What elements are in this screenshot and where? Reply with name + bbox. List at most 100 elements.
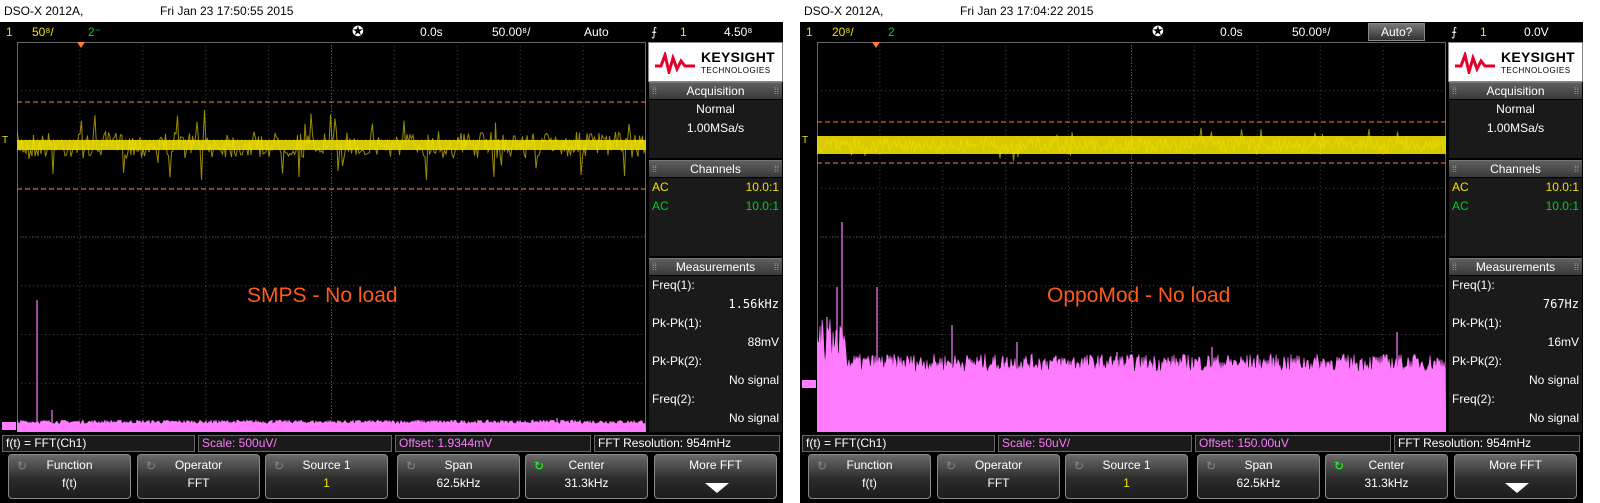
ch2-indicator[interactable]: 2⁻ [88, 25, 101, 39]
softkey-title: Center [568, 458, 605, 472]
logo-sub: TECHNOLOGIES [701, 66, 771, 75]
softkey-value: 31.3kHz [564, 476, 609, 490]
ch1-coupling: AC [652, 180, 669, 194]
keysight-logo: KEYSIGHT TECHNOLOGIES [648, 42, 783, 82]
ch1-probe: 10.0:1 [1545, 180, 1579, 194]
meas3-label: Pk-Pk(2): [1452, 354, 1503, 368]
title-bar: DSO-X 2012A, Fri Jan 23 17:50:55 2015 [0, 0, 783, 22]
keysight-logo: KEYSIGHT TECHNOLOGIES [1448, 42, 1583, 82]
ch1-ground-marker[interactable]: T [2, 136, 8, 146]
softkey-title: Center [1368, 458, 1405, 472]
ch1-probe: 10.0:1 [745, 180, 779, 194]
trigger-channel[interactable]: 1 [680, 25, 687, 39]
softkey-span[interactable]: ↻ Span 62.5kHz [397, 454, 520, 499]
side-panel: KEYSIGHT TECHNOLOGIES Acquisition Normal… [648, 42, 783, 432]
softkey-title: Function [846, 458, 893, 472]
math-scale: Scale: 50uV/ [998, 435, 1192, 452]
logo-brand: KEYSIGHT [701, 49, 775, 65]
time-scale[interactable]: 50.00⁸/ [492, 25, 530, 39]
softkey-operator[interactable]: ↻ Operator FFT [137, 454, 260, 499]
trigger-level[interactable]: 0.0V [1524, 25, 1549, 39]
ch1-ground-marker[interactable]: T [802, 136, 808, 146]
softkey-title: Function [46, 458, 93, 472]
trigger-edge-icon: ⨍ [1451, 25, 1458, 39]
acq-rate: 1.00MSa/s [686, 121, 745, 135]
softkey-title: Operator [174, 458, 223, 472]
softkey-bar: ↻ Function f(t) ↻ Operator FFT ↻ Source 1 1 ↻ Span… [800, 454, 1583, 503]
gear-icon[interactable]: ✪ [1152, 23, 1164, 40]
softkey-value: 31.3kHz [1364, 476, 1409, 490]
measurements-box: Freq(1): 1.56kHz Pk-Pk(1): 88mV Pk-Pk(2)… [649, 276, 782, 432]
keysight-wave-icon [655, 52, 695, 74]
trigger-channel[interactable]: 1 [1480, 25, 1487, 39]
time-offset[interactable]: 0.0s [420, 25, 443, 39]
acquisition-header[interactable]: Acquisition [649, 82, 782, 100]
channels-header[interactable]: Channels [1449, 160, 1582, 178]
datetime-label: Fri Jan 23 17:04:22 2015 [960, 4, 1094, 18]
softkey-bar: ↻ Function f(t) ↻ Operator FFT ↻ Source 1 1 ↻ Span… [0, 454, 783, 503]
channels-header[interactable]: Channels [649, 160, 782, 178]
softkey-value: 62.5kHz [1236, 476, 1281, 490]
ch2-probe: 10.0:1 [745, 199, 779, 213]
measurements-box: Freq(1): 767Hz Pk-Pk(1): 16mV Pk-Pk(2): … [1449, 276, 1582, 432]
ch1-indicator[interactable]: 1 [806, 25, 813, 39]
trigger-mode[interactable]: Auto? [1368, 23, 1426, 41]
waveform-display[interactable]: SMPS - No load [17, 42, 646, 432]
softkey-center[interactable]: ↻ Center 31.3kHz [525, 454, 648, 499]
logo-brand: KEYSIGHT [1501, 49, 1575, 65]
time-scale[interactable]: 50.00⁸/ [1292, 25, 1330, 39]
ch2-indicator[interactable]: 2 [888, 25, 895, 39]
math-ground-marker[interactable] [2, 422, 16, 430]
softkey-value: FFT [987, 476, 1010, 490]
time-offset[interactable]: 0.0s [1220, 25, 1243, 39]
softkey-source-1[interactable]: ↻ Source 11 [1065, 454, 1188, 499]
meas3-value: No signal [728, 373, 779, 387]
datetime-label: Fri Jan 23 17:50:55 2015 [160, 4, 294, 18]
scope-panel-left: DSO-X 2012A, Fri Jan 23 17:50:55 2015 1 … [0, 0, 783, 503]
ch2-probe: 10.0:1 [1545, 199, 1579, 213]
acq-mode: Normal [696, 102, 735, 116]
meas1-value: 1.56kHz [728, 297, 779, 311]
softkey-span[interactable]: ↻ Span 62.5kHz [1197, 454, 1320, 499]
ch1-scale[interactable]: 50⁸/ [32, 25, 54, 39]
meas2-value: 88mV [747, 335, 779, 349]
math-info-line: f(t) = FFT(Ch1) Scale: 500uV/ Offset: 1.… [0, 434, 783, 453]
softkey-source-1[interactable]: ↻ Source 11 [265, 454, 388, 499]
softkey-value: 1 [323, 476, 330, 490]
softkey-more-fft[interactable]: More FFT [654, 454, 777, 499]
down-arrow-icon [705, 483, 729, 493]
ch1-scale[interactable]: 20⁸/ [832, 25, 854, 39]
math-scale: Scale: 500uV/ [198, 435, 392, 452]
softkey-value: f(t) [862, 476, 877, 490]
waveform-svg [17, 42, 646, 432]
ch1-indicator[interactable]: 1 [6, 25, 13, 39]
down-arrow-icon [1505, 483, 1529, 493]
meas1-value: 767Hz [1542, 297, 1579, 311]
scope-panel-right: DSO-X 2012A, Fri Jan 23 17:04:22 2015 1 … [800, 0, 1583, 503]
math-ground-marker[interactable] [802, 380, 816, 388]
acquisition-header[interactable]: Acquisition [1449, 82, 1582, 100]
waveform-display[interactable]: OppoMod - No load [817, 42, 1446, 432]
softkey-more-fft[interactable]: More FFT [1454, 454, 1577, 499]
logo-sub: TECHNOLOGIES [1501, 66, 1571, 75]
meas2-label: Pk-Pk(1): [1452, 316, 1503, 330]
softkey-value: 62.5kHz [436, 476, 481, 490]
acq-rate: 1.00MSa/s [1486, 121, 1545, 135]
softkey-center[interactable]: ↻ Center 31.3kHz [1325, 454, 1448, 499]
gear-icon[interactable]: ✪ [352, 23, 364, 40]
measurements-header[interactable]: Measurements [1449, 258, 1582, 276]
trigger-mode[interactable]: Auto [584, 25, 609, 39]
trigger-level[interactable]: 4.50⁸ [724, 25, 752, 39]
status-bar: 1 50⁸/ 2⁻ ✪ 0.0s 50.00⁸/ Auto ⨍ 1 4.50⁸ [0, 22, 783, 42]
softkey-function[interactable]: ↻ Function f(t) [808, 454, 931, 499]
softkey-operator[interactable]: ↻ Operator FFT [937, 454, 1060, 499]
meas1-label: Freq(1): [1452, 278, 1495, 292]
meas4-value: No signal [728, 411, 779, 425]
softkey-value: FFT [187, 476, 210, 490]
meas3-value: No signal [1528, 373, 1579, 387]
softkey-function[interactable]: ↻ Function f(t) [8, 454, 131, 499]
measurements-header[interactable]: Measurements [649, 258, 782, 276]
fft-resolution: FFT Resolution: 954mHz [1394, 435, 1580, 452]
model-label: DSO-X 2012A, [804, 4, 884, 18]
math-function: f(t) = FFT(Ch1) [802, 435, 995, 452]
